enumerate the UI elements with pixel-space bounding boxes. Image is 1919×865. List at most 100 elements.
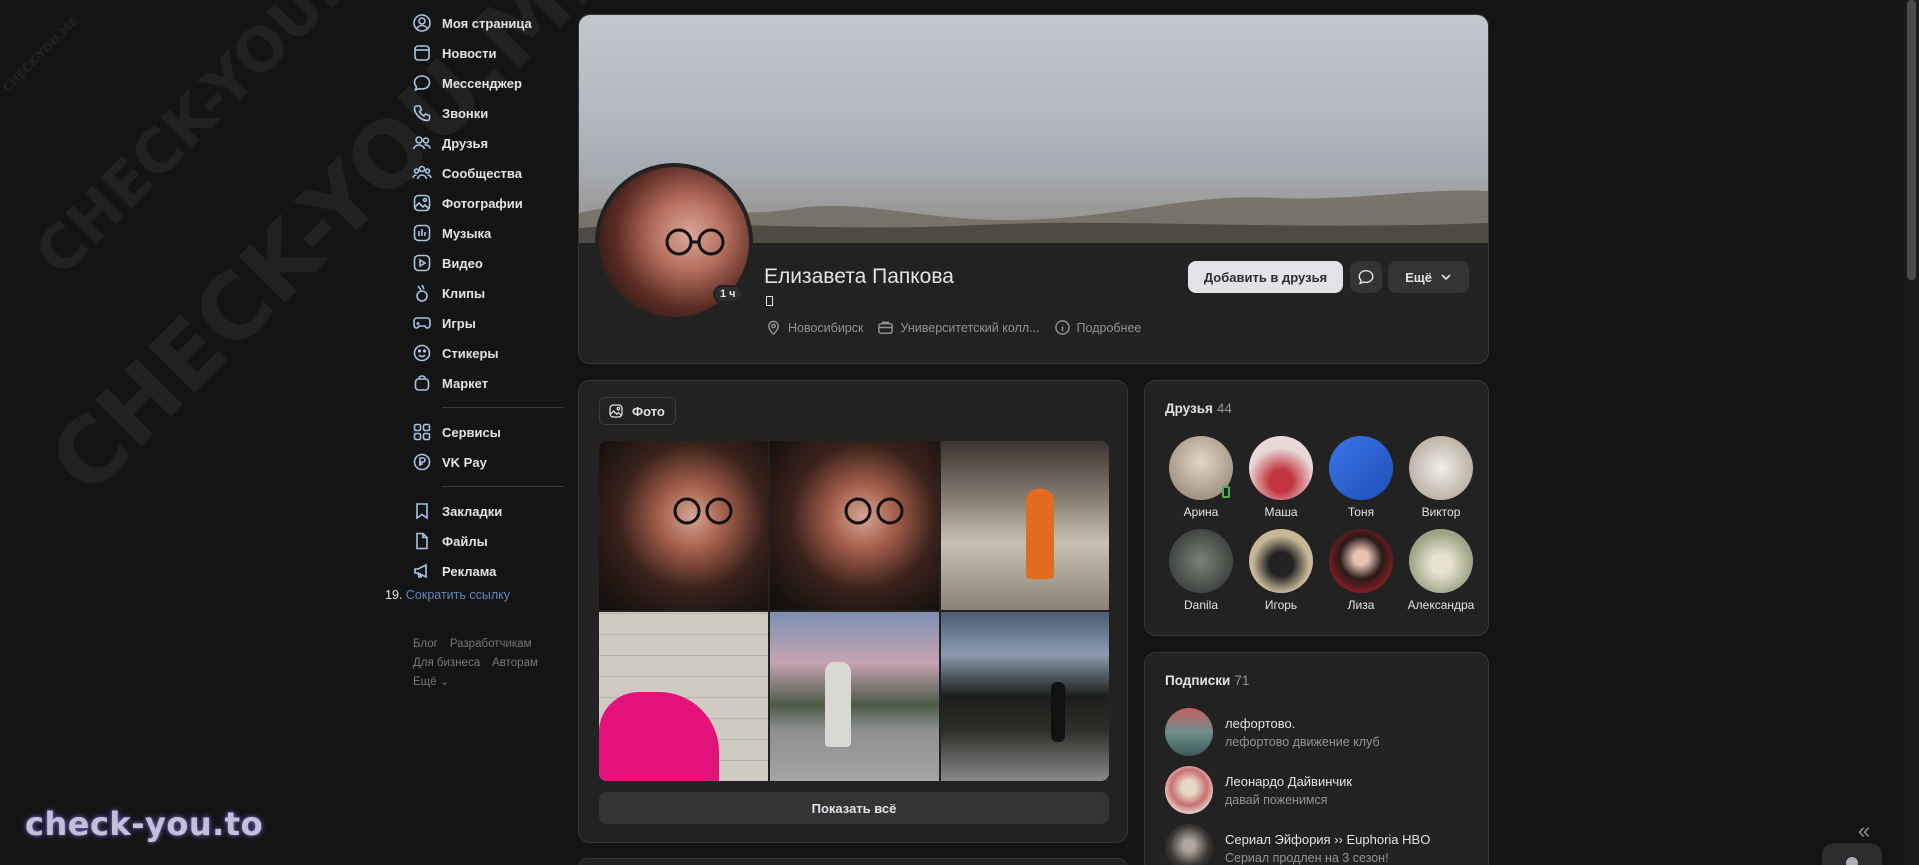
sidebar-item-photos[interactable]: Фотографии bbox=[412, 188, 564, 218]
profile-city-label: Новосибирск bbox=[788, 320, 864, 335]
sidebar-item-files[interactable]: Файлы bbox=[412, 526, 564, 556]
sidebar-item-music[interactable]: Музыка bbox=[412, 218, 564, 248]
sidebar-item-bookmarks[interactable]: Закладки bbox=[412, 496, 564, 526]
profile-details[interactable]: Подробнее bbox=[1054, 319, 1141, 336]
photo-thumbnail[interactable] bbox=[599, 612, 768, 781]
sidebar-item-services[interactable]: Сервисы bbox=[412, 417, 564, 447]
friends-grid: Арина Маша Тоня Виктор Danila Игорь Лиза… bbox=[1161, 436, 1481, 612]
collapse-chevron-icon[interactable]: « bbox=[1858, 818, 1870, 844]
footer-more-link[interactable]: Ещё ⌄ bbox=[413, 676, 449, 688]
sidebar: Моя страница Новости Мессенджер Звонки Д… bbox=[412, 8, 564, 586]
sidebar-item-label: Клипы bbox=[442, 285, 486, 301]
sidebar-item-label: Музыка bbox=[442, 225, 492, 241]
subscription-desc: давай поженимся bbox=[1225, 792, 1328, 807]
avatar bbox=[1329, 529, 1393, 593]
profile-city[interactable]: Новосибирск bbox=[765, 319, 863, 336]
user-circle-icon bbox=[412, 13, 432, 33]
info-icon bbox=[1054, 320, 1070, 335]
profile-meta: Новосибирск Университетский колл... Подр… bbox=[765, 319, 1155, 336]
sidebar-item-market[interactable]: Маркет bbox=[412, 368, 564, 398]
music-icon bbox=[412, 223, 432, 243]
profile-education[interactable]: Университетский колл... bbox=[877, 319, 1040, 336]
sidebar-item-games[interactable]: Игры bbox=[412, 308, 564, 338]
profile-status bbox=[766, 296, 773, 306]
footer-authors-link[interactable]: Авторам bbox=[492, 657, 538, 669]
bookmark-icon bbox=[412, 501, 432, 521]
video-icon bbox=[412, 253, 432, 273]
show-all-photos-button[interactable]: Показать всё bbox=[599, 792, 1109, 824]
briefcase-icon bbox=[878, 321, 894, 334]
avatar bbox=[1165, 708, 1213, 756]
friend-name: Маша bbox=[1264, 505, 1298, 519]
photo-thumbnail[interactable] bbox=[770, 441, 939, 610]
short-link-anchor[interactable]: Сократить ссылку bbox=[406, 588, 510, 602]
photo-thumbnail[interactable] bbox=[599, 441, 768, 610]
clips-icon bbox=[412, 283, 432, 303]
next-block bbox=[578, 858, 1128, 865]
friend-item[interactable]: Виктор bbox=[1401, 436, 1481, 519]
sidebar-item-messenger[interactable]: Мессенджер bbox=[412, 68, 564, 98]
sidebar-item-friends[interactable]: Друзья bbox=[412, 128, 564, 158]
sidebar-item-communities[interactable]: Сообщества bbox=[412, 158, 564, 188]
short-link: 19. Сократить ссылку bbox=[385, 588, 510, 602]
mobile-online-icon bbox=[1222, 486, 1230, 498]
communities-icon bbox=[412, 163, 432, 183]
sidebar-item-news[interactable]: Новости bbox=[412, 38, 564, 68]
subscription-item[interactable]: лефортово. лефортово движение клуб bbox=[1165, 708, 1380, 756]
footer-blog-link[interactable]: Блог bbox=[413, 638, 438, 650]
news-icon bbox=[412, 43, 432, 63]
sidebar-item-label: Файлы bbox=[442, 533, 488, 549]
sidebar-item-label: Сервисы bbox=[442, 424, 501, 440]
sidebar-item-ads[interactable]: Реклама bbox=[412, 556, 564, 586]
scrollbar-thumb[interactable] bbox=[1907, 0, 1916, 280]
message-button[interactable] bbox=[1350, 261, 1382, 293]
avatar bbox=[1165, 766, 1213, 814]
friend-name: Danila bbox=[1183, 598, 1219, 612]
friends-title[interactable]: Друзья 44 bbox=[1165, 401, 1232, 416]
sidebar-item-label: Фотографии bbox=[442, 195, 523, 211]
sidebar-item-label: Реклама bbox=[442, 563, 497, 579]
friend-name: Виктор bbox=[1421, 505, 1461, 519]
sidebar-item-calls[interactable]: Звонки bbox=[412, 98, 564, 128]
photo-tab-label: Фото bbox=[632, 403, 665, 419]
sidebar-item-vkpay[interactable]: VK Pay bbox=[412, 447, 564, 477]
services-icon bbox=[412, 422, 432, 442]
friend-item[interactable]: Арина bbox=[1161, 436, 1241, 519]
footer-devs-link[interactable]: Разработчикам bbox=[450, 638, 532, 650]
sidebar-item-stickers[interactable]: Стикеры bbox=[412, 338, 564, 368]
friend-item[interactable]: Маша bbox=[1241, 436, 1321, 519]
subscriptions-count: 71 bbox=[1234, 673, 1250, 688]
sidebar-item-clips[interactable]: Клипы bbox=[412, 278, 564, 308]
profile-name: Елизавета Папкова bbox=[764, 265, 954, 288]
sidebar-item-label: Закладки bbox=[442, 503, 503, 519]
friend-item[interactable]: Лиза bbox=[1321, 529, 1401, 612]
subscription-item[interactable]: Сериал Эйфория ›› Euphoria HBO Сериал про… bbox=[1165, 824, 1430, 865]
photo-icon bbox=[412, 193, 432, 213]
footer-business-link[interactable]: Для бизнеса bbox=[413, 657, 480, 669]
footer-links: Блог Разработчикам Для бизнеса Авторам Ещё… bbox=[413, 635, 563, 692]
megaphone-icon bbox=[412, 561, 432, 581]
sidebar-item-my-page[interactable]: Моя страница bbox=[412, 8, 564, 38]
subscription-item[interactable]: Леонардо Дайвинчик давай поженимся bbox=[1165, 766, 1352, 814]
more-button-label: Ещё bbox=[1405, 269, 1432, 285]
photo-thumbnail[interactable] bbox=[770, 612, 939, 781]
friend-item[interactable]: Danila bbox=[1161, 529, 1241, 612]
add-friend-button[interactable]: Добавить в друзья bbox=[1188, 261, 1343, 293]
floating-chat-button[interactable] bbox=[1822, 843, 1882, 865]
photo-thumbnail[interactable] bbox=[941, 441, 1109, 610]
sidebar-divider bbox=[442, 486, 564, 487]
photo-thumbnail[interactable] bbox=[941, 612, 1109, 781]
sidebar-item-video[interactable]: Видео bbox=[412, 248, 564, 278]
subscription-name: лефортово. bbox=[1225, 715, 1296, 731]
friend-item[interactable]: Тоня bbox=[1321, 436, 1401, 519]
friend-item[interactable]: Александра bbox=[1401, 529, 1481, 612]
more-button[interactable]: Ещё bbox=[1388, 261, 1469, 293]
friend-name: Арина bbox=[1183, 505, 1219, 519]
photo-tab[interactable]: Фото bbox=[599, 397, 676, 425]
file-icon bbox=[412, 531, 432, 551]
friend-item[interactable]: Игорь bbox=[1241, 529, 1321, 612]
chat-icon bbox=[1358, 269, 1374, 285]
avatar bbox=[1169, 436, 1233, 500]
subscriptions-title[interactable]: Подписки 71 bbox=[1165, 673, 1249, 688]
friend-name: Лиза bbox=[1347, 598, 1375, 612]
